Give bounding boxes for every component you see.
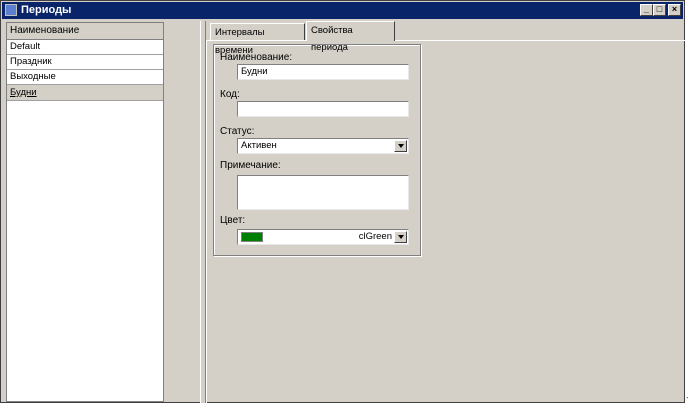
periods-window: Периоды _ □ × Наименование Default Празд… [0,0,686,404]
title-bar[interactable]: Периоды _ □ × [2,2,683,19]
chevron-down-icon [398,235,404,239]
list-item[interactable]: Выходные [7,70,163,85]
code-field[interactable] [237,101,409,117]
window-icon [5,4,17,16]
color-select[interactable]: clGreen [237,229,409,245]
color-value: clGreen [358,231,392,242]
list-item-selected[interactable]: Будни [7,85,163,101]
status-value: Активен [241,140,277,151]
chevron-down-icon [398,144,404,148]
close-button[interactable]: × [668,4,681,16]
tab-period-properties[interactable]: Свойства периода [306,21,395,53]
color-label: Цвет: [220,215,246,226]
cursor-icon: ᐧ [686,393,689,403]
note-label: Примечание: [220,160,281,171]
list-item-label: Будни [10,87,37,98]
minimize-button[interactable]: _ [640,4,653,16]
column-header-name[interactable]: Наименование [7,23,163,40]
code-label: Код: [220,89,240,100]
note-field[interactable] [237,175,409,210]
color-dropdown-button[interactable] [394,231,407,243]
periods-list[interactable]: Наименование Default Праздник Выходные Б… [6,22,164,402]
name-label: Наименование: [220,52,293,63]
status-label: Статус: [220,126,255,137]
color-swatch [241,232,263,242]
status-select[interactable]: Активен [237,138,409,154]
list-item[interactable]: Default [7,40,163,55]
window-title: Периоды [21,4,72,16]
list-item[interactable]: Праздник [7,55,163,70]
maximize-button[interactable]: □ [653,4,666,16]
tab-time-intervals[interactable]: Интервалы времени [210,23,305,56]
status-dropdown-button[interactable] [394,140,407,152]
name-field[interactable]: Будни [237,64,409,80]
